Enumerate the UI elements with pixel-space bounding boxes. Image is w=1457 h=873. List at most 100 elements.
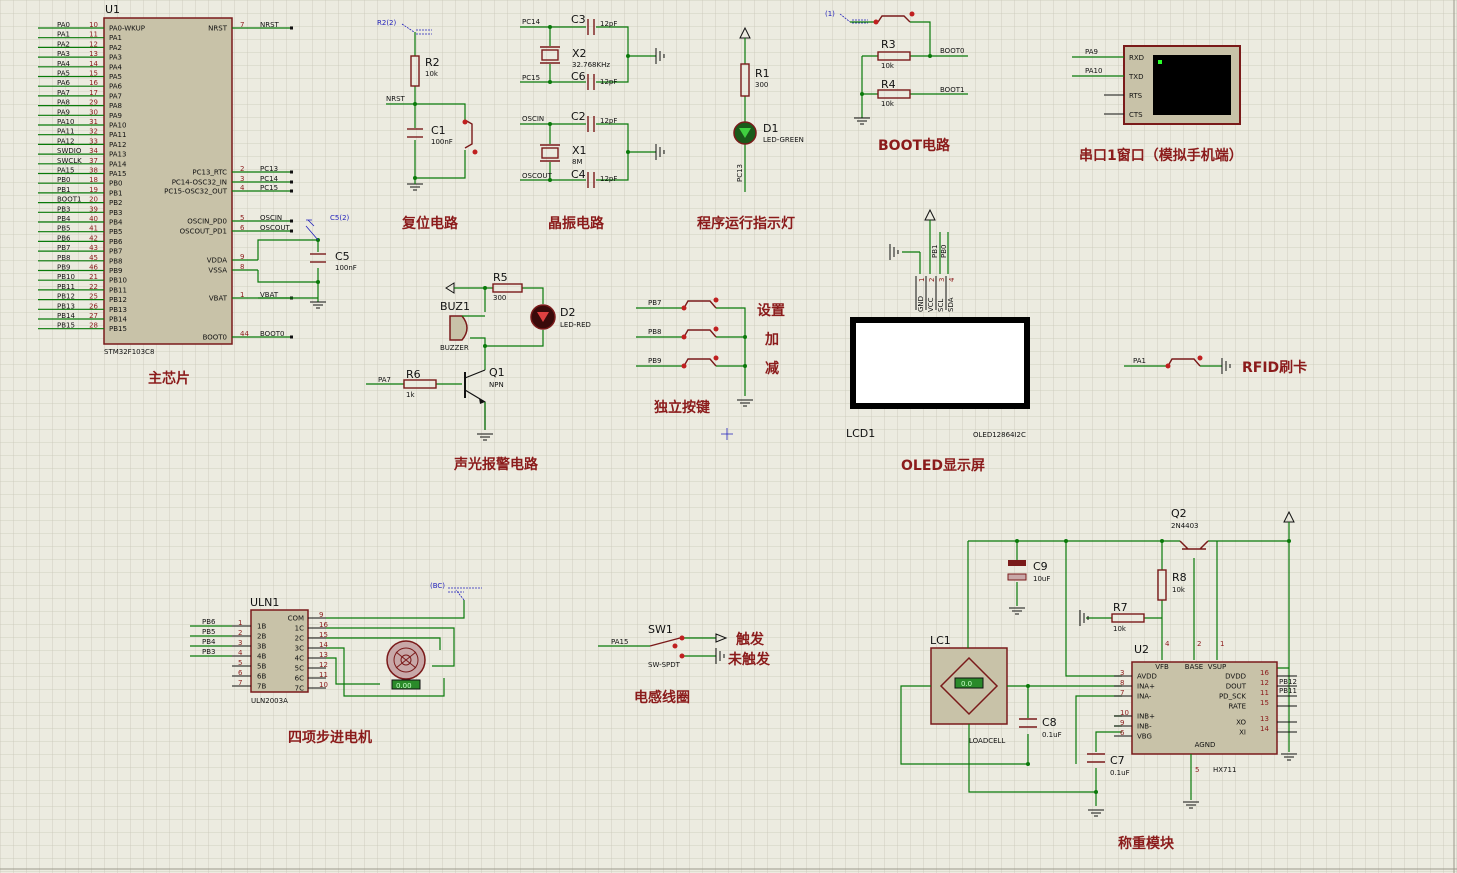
mcu-pin-label: PB9 (109, 267, 122, 275)
r7-ref: R7 (1113, 601, 1128, 614)
mcu-pin-label: PB0 (109, 180, 122, 188)
c4-val: 12pF (600, 175, 617, 183)
mcu-net-label: PA15 (57, 167, 74, 175)
uln-pin-number: 6 (238, 669, 243, 677)
mcu-pin-number: 39 (89, 205, 98, 213)
mcu-pin-number: 45 (89, 254, 98, 262)
r4-ref: R4 (881, 78, 896, 91)
mcu-pin-label: PA13 (109, 151, 126, 159)
c2-val: 12pF (600, 117, 617, 125)
r2-ref: R2 (425, 56, 440, 69)
hx-pin-number: 9 (1120, 719, 1124, 727)
mcu-net-label: PC14 (260, 175, 279, 183)
title-weigh: 称重模块 (1118, 835, 1175, 852)
mcu-net-label: SWDIO (57, 147, 82, 155)
mcu-net-label: PA0 (57, 21, 70, 29)
c1-val: 100nF (431, 138, 453, 146)
title-reset: 复位电路 (401, 215, 459, 232)
u2-ref: U2 (1134, 643, 1149, 656)
mcu-net-label: PB9 (57, 264, 70, 272)
mcu-net-label: PB5 (57, 225, 70, 233)
hx-pin-label: INA- (1137, 693, 1152, 701)
mcu-pin-label: PA15 (109, 170, 126, 178)
mcu-pin-number: 5 (240, 214, 244, 222)
uln-pin-label: 4B (257, 653, 266, 661)
title-run-led: 程序运行指示灯 (697, 215, 795, 232)
x1-ref: X1 (572, 144, 587, 157)
net-terminal (290, 219, 293, 223)
mcu-net-label: PA5 (57, 70, 70, 78)
mcu-net-label: PB3 (57, 205, 70, 213)
mcu-net-label: PA11 (57, 128, 74, 136)
mcu-net-label: PA2 (57, 40, 70, 48)
uln-pin-number: 7 (238, 679, 242, 687)
x2-val: 32.768KHz (572, 61, 610, 69)
mcu-pin-label: PA10 (109, 122, 126, 130)
mcu-pin-label: PB14 (109, 316, 127, 324)
mcu-pin-number: 8 (240, 263, 244, 271)
net-pc15: PC15 (522, 74, 540, 82)
mcu-net-label: PA10 (57, 118, 74, 126)
net-pb7: PB7 (648, 299, 661, 307)
mcu-pin-number: 37 (89, 157, 98, 165)
uln-pin-label: 6B (257, 673, 266, 681)
boot-probe: (1) (825, 10, 835, 18)
c7-val: 0.1uF (1110, 769, 1130, 777)
uart-txd-label: TXD (1128, 73, 1143, 81)
mcu-pin-label: PA4 (109, 63, 123, 71)
mcu-pin-number: 28 (89, 322, 98, 330)
q2-val: 2N4403 (1171, 522, 1199, 530)
key-plus-label: 加 (764, 332, 779, 348)
title-main-chip: 主芯片 (148, 370, 190, 387)
mcu-pin-label: PB5 (109, 228, 122, 236)
uln-probe: (BC) (430, 582, 445, 590)
uln-pin-label: 7C (295, 685, 304, 693)
net-pb9: PB9 (648, 357, 661, 365)
mcu-pin-number: 32 (89, 128, 98, 136)
uln-pin-label: 4C (295, 655, 304, 663)
mcu-pin-label: PB1 (109, 189, 122, 197)
sw1-triggered-label: 触发 (735, 631, 765, 648)
c9-val: 10uF (1033, 575, 1050, 583)
mcu-pin-number: 38 (89, 167, 98, 175)
r5-ref: R5 (493, 271, 508, 284)
lcd1-part: OLED12864I2C (973, 431, 1026, 439)
hx-pin-label: AVDD (1137, 673, 1157, 681)
uln-pin-number: 12 (319, 661, 328, 669)
r5-val: 300 (493, 294, 506, 302)
net-pb12: PB12 (1279, 678, 1297, 686)
mcu-pin-number: 41 (89, 225, 98, 233)
title-crystal: 晶振电路 (548, 215, 605, 232)
hx-pin-number: 13 (1260, 715, 1269, 723)
hx-pin-number: 16 (1260, 669, 1269, 677)
mcu-net-label: PC15 (260, 184, 278, 192)
hx-pin-label: INB- (1137, 723, 1152, 731)
net-pb4: PB4 (202, 638, 216, 646)
r1-ref: R1 (755, 67, 770, 80)
hx-pin-label: VFB (1155, 663, 1169, 671)
mcu-pin-label: PB2 (109, 199, 122, 207)
mcu-pin-number: 7 (240, 21, 244, 29)
uln-pin-label: 7B (257, 683, 266, 691)
mcu-net-label: PA1 (57, 31, 70, 39)
mcu-pin-label: PC14-OSC32_IN (172, 179, 227, 187)
mcu-net-label: PA6 (57, 79, 71, 87)
mcu-pin-number: 29 (89, 99, 98, 107)
mcu-pin-number: 40 (89, 215, 98, 223)
net-terminal (290, 26, 293, 30)
svg-text:VCC: VCC (927, 297, 935, 312)
lcd1-ref: LCD1 (846, 427, 875, 440)
mcu-pin-label: PB6 (109, 238, 123, 246)
hx-pin-number: 3 (1120, 669, 1124, 677)
net-oscout: OSCOUT (522, 172, 552, 180)
uln-pin-number: 9 (319, 611, 323, 619)
schematic-canvas[interactable]: U1 PA0 10 PA0-WKUPPA1 11 PA1PA2 12 PA2PA3 13 PA3… (0, 0, 1457, 873)
reset-net: NRST (386, 95, 406, 103)
c8-ref: C8 (1042, 716, 1057, 729)
c9-ref: C9 (1033, 560, 1048, 573)
mcu-net-label: PB4 (57, 215, 71, 223)
uln-pin-number: 1 (238, 619, 242, 627)
c1-ref: C1 (431, 124, 446, 137)
hx-pin-number: 14 (1260, 725, 1269, 733)
mcu-pin-number: 34 (89, 147, 98, 155)
